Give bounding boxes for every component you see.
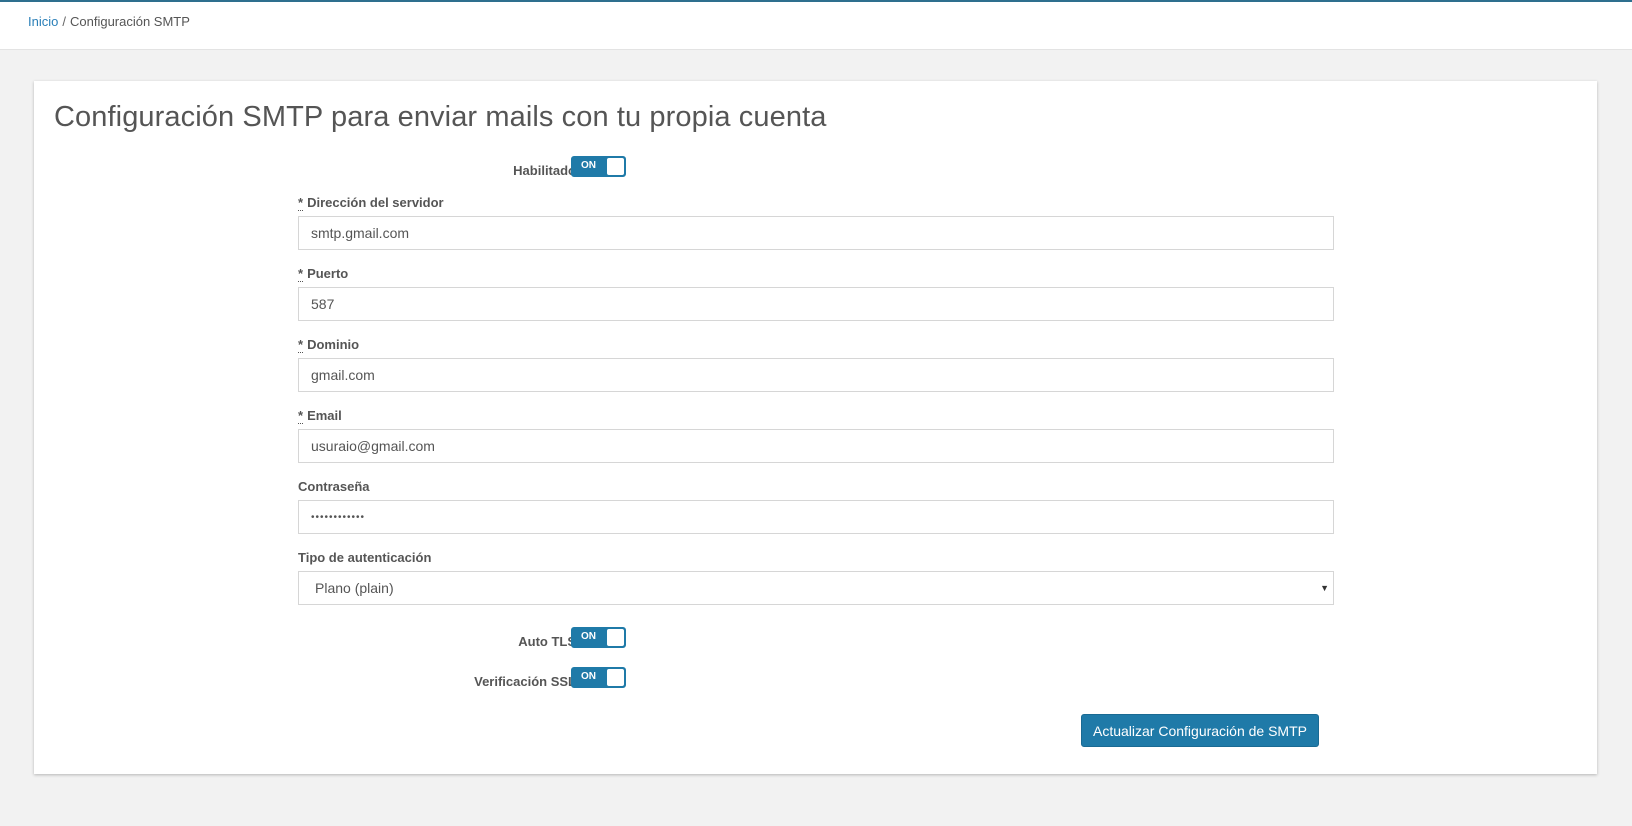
email-input[interactable] xyxy=(298,429,1334,463)
port-label: * Puerto xyxy=(298,266,1334,287)
password-label: Contraseña xyxy=(298,479,370,494)
auto-tls-toggle[interactable]: ON xyxy=(571,627,626,648)
ssl-verify-toggle[interactable]: ON xyxy=(571,667,626,688)
toggle-knob xyxy=(607,669,624,686)
caret-down-icon: ▼ xyxy=(1320,583,1329,593)
server-field-group: * Dirección del servidor xyxy=(298,195,1334,250)
password-field-group: Contraseña xyxy=(298,480,1334,534)
port-label-text: Puerto xyxy=(307,266,349,281)
top-bar: Inicio / Configuración SMTP xyxy=(0,0,1632,50)
domain-label-text: Dominio xyxy=(307,337,360,352)
enabled-label: Habilitado xyxy=(513,163,576,178)
auto-tls-label: Auto TLS xyxy=(518,634,576,649)
password-input[interactable] xyxy=(298,500,1334,534)
breadcrumb: Inicio / Configuración SMTP xyxy=(28,14,190,29)
domain-input[interactable] xyxy=(298,358,1334,392)
server-label: * Dirección del servidor xyxy=(298,195,1334,216)
email-label: * Email xyxy=(298,408,1334,429)
auto-tls-row: Auto TLS ON xyxy=(34,627,1597,651)
auth-type-label: Tipo de autenticación xyxy=(298,550,432,565)
auth-type-select[interactable]: Plano (plain) ▼ xyxy=(298,571,1334,605)
port-field-group: * Puerto xyxy=(298,266,1334,321)
required-marker: * xyxy=(298,408,304,424)
enabled-toggle-state: ON xyxy=(581,160,596,171)
toggle-knob xyxy=(607,629,624,646)
page-title: Configuración SMTP para enviar mails con… xyxy=(54,101,827,133)
required-marker: * xyxy=(298,195,304,211)
required-marker: * xyxy=(298,266,304,282)
auth-type-selected: Plano (plain) xyxy=(315,580,394,596)
enabled-row: Habilitado ON xyxy=(34,156,1597,180)
server-input[interactable] xyxy=(298,216,1334,250)
breadcrumb-separator: / xyxy=(62,14,66,29)
ssl-verify-row: Verificación SSL ON xyxy=(34,667,1597,691)
smtp-settings-card: Configuración SMTP para enviar mails con… xyxy=(34,81,1597,774)
ssl-verify-label: Verificación SSL xyxy=(474,674,576,689)
domain-label: * Dominio xyxy=(298,337,1334,358)
auth-type-field-group: Tipo de autenticación Plano (plain) ▼ xyxy=(298,551,1334,605)
ssl-verify-toggle-state: ON xyxy=(581,671,596,682)
enabled-toggle[interactable]: ON xyxy=(571,156,626,177)
email-label-text: Email xyxy=(307,408,342,423)
breadcrumb-home-link[interactable]: Inicio xyxy=(28,14,58,29)
domain-field-group: * Dominio xyxy=(298,337,1334,392)
server-label-text: Dirección del servidor xyxy=(307,195,444,210)
breadcrumb-current: Configuración SMTP xyxy=(69,14,190,29)
auto-tls-toggle-state: ON xyxy=(581,631,596,642)
email-field-group: * Email xyxy=(298,408,1334,463)
port-input[interactable] xyxy=(298,287,1334,321)
update-smtp-button[interactable]: Actualizar Configuración de SMTP xyxy=(1081,714,1319,747)
required-marker: * xyxy=(298,337,304,353)
toggle-knob xyxy=(607,158,624,175)
